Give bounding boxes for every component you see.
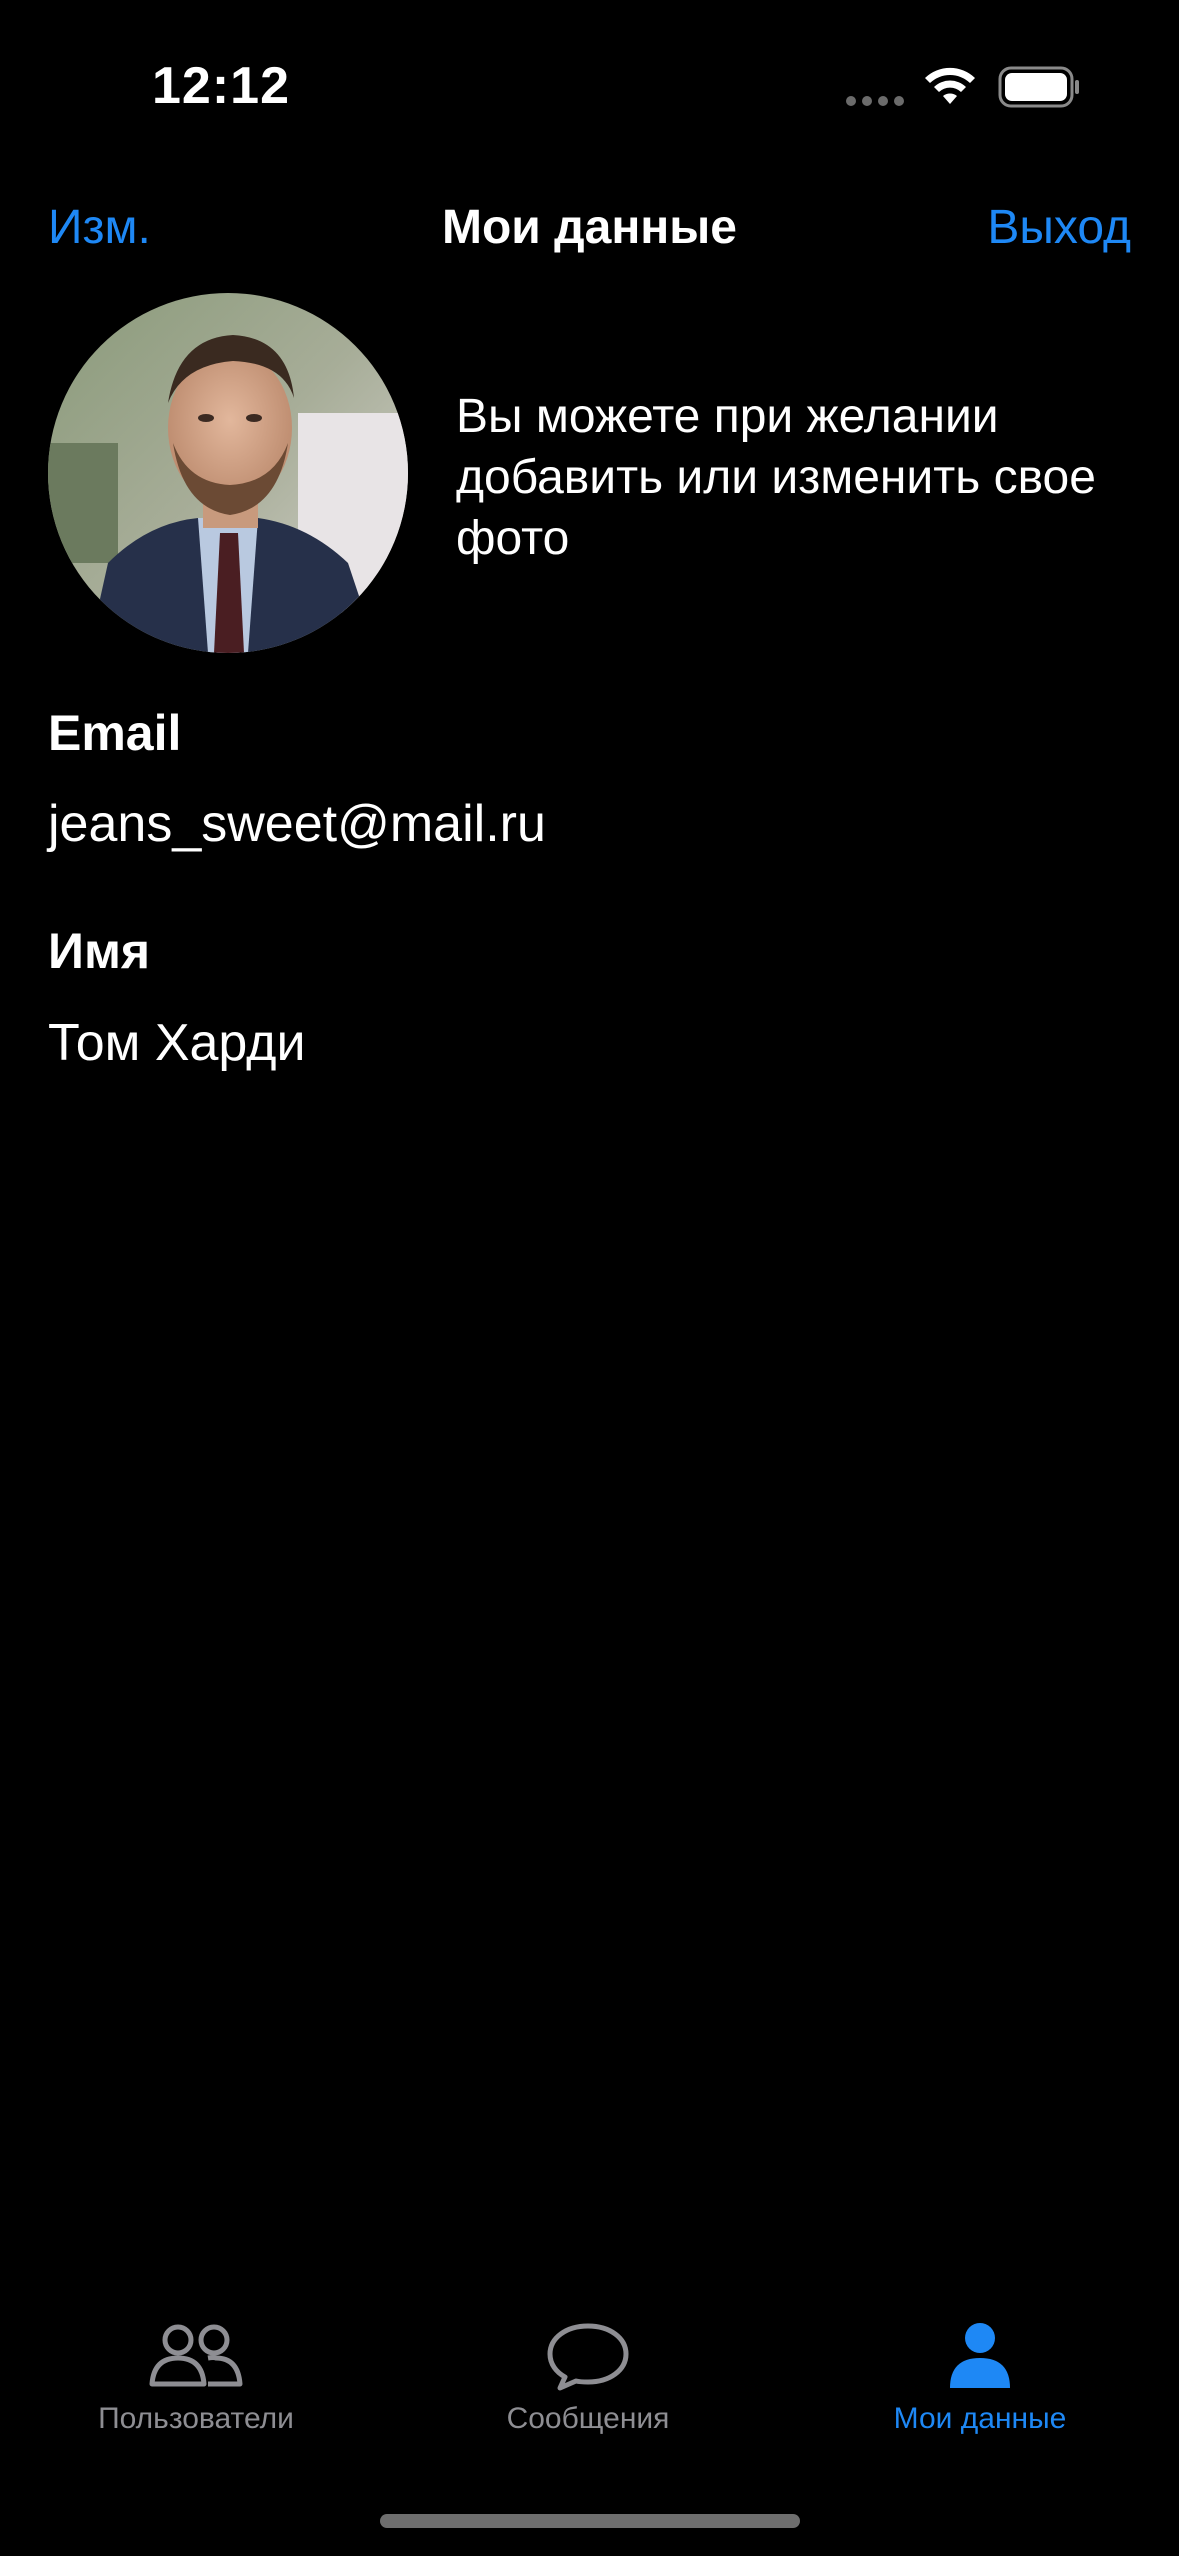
logout-button[interactable]: Выход — [987, 200, 1131, 255]
status-time: 12:12 — [152, 57, 290, 115]
tab-messages-label: Сообщения — [506, 2402, 670, 2435]
tab-profile[interactable]: Мои данные — [830, 2320, 1130, 2436]
message-bubble-icon — [547, 2323, 629, 2391]
email-value: jeans_sweet@mail.ru — [48, 795, 546, 853]
users-icon — [149, 2324, 243, 2387]
status-bar: 12:12 — [0, 0, 1179, 160]
navigation-bar: Изм. Мои данные Выход — [0, 180, 1179, 280]
wifi-icon — [925, 67, 975, 104]
tab-messages[interactable]: Сообщения — [438, 2320, 738, 2436]
battery-icon — [998, 66, 1079, 108]
profile-photo[interactable] — [48, 293, 408, 653]
name-value: Том Харди — [48, 1014, 306, 1072]
tab-users[interactable]: Пользователи — [46, 2320, 346, 2436]
profile-photo-image — [48, 293, 408, 653]
signal-dots-icon — [846, 96, 904, 106]
photo-hint-text: Вы можете при желании добавить или измен… — [456, 390, 1096, 565]
tab-bar: Пользователи Сообщения Мои данные — [0, 2300, 1179, 2470]
email-label: Email — [48, 705, 182, 761]
tab-profile-label: Мои данные — [893, 2402, 1067, 2435]
person-icon — [950, 2323, 1010, 2388]
tab-users-label: Пользователи — [98, 2402, 294, 2435]
home-indicator[interactable] — [380, 2514, 800, 2528]
name-label: Имя — [48, 923, 151, 979]
